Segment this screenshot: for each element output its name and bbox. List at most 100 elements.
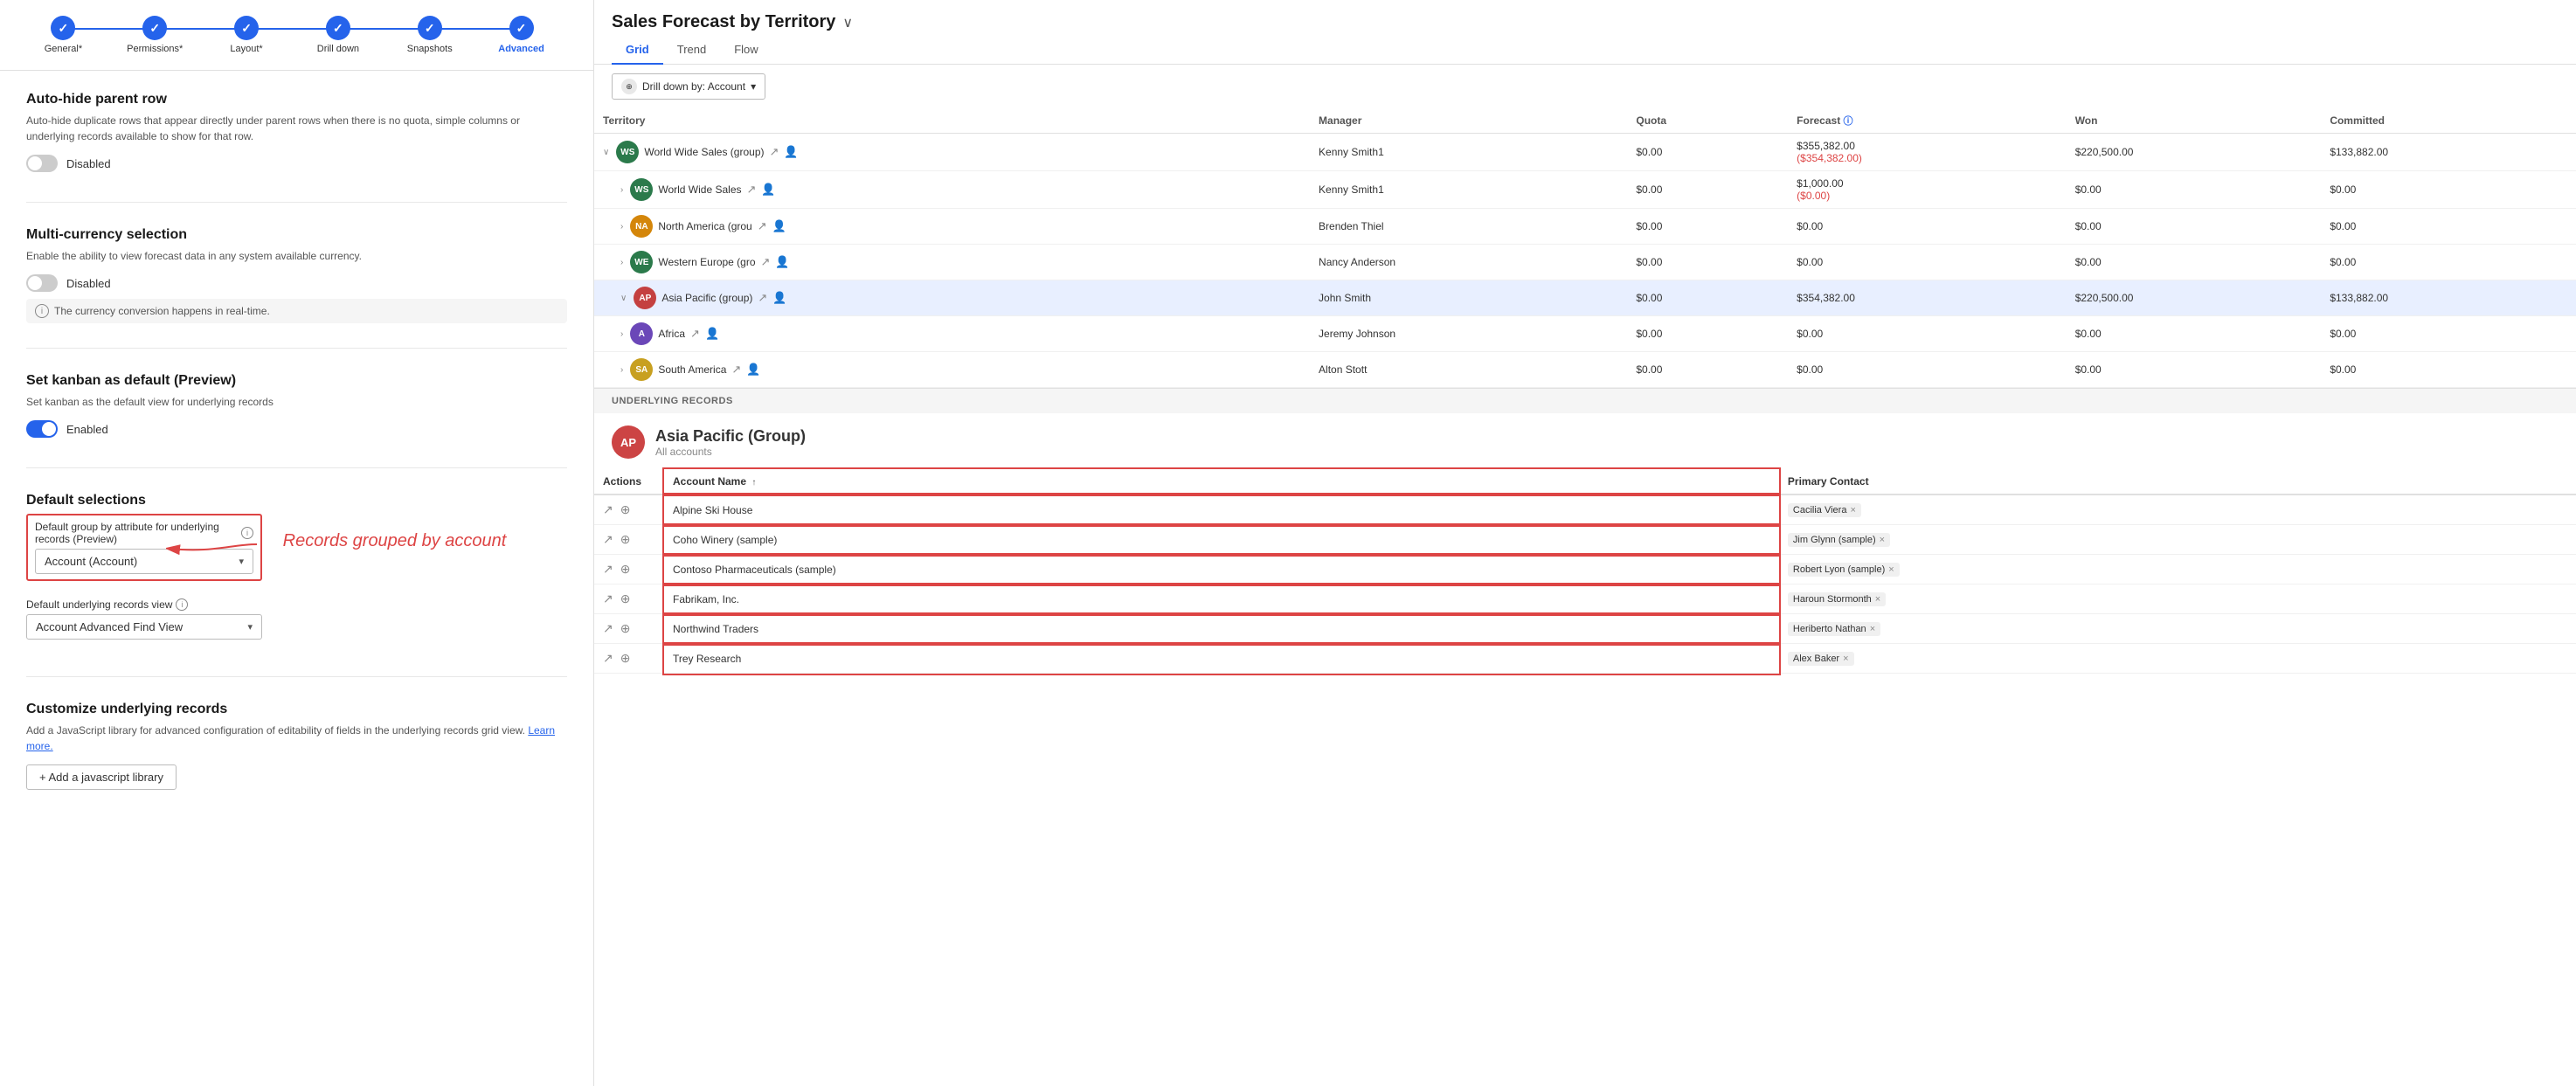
kanban-toggle[interactable] [26,420,58,438]
step-advanced[interactable]: ✓ Advanced [475,16,567,54]
more-icon-0[interactable]: ⊕ [620,502,631,517]
share-icon-6[interactable]: ↗ [731,363,741,377]
person-icon-2[interactable]: 👤 [772,219,786,233]
kanban-section: Set kanban as default (Preview) Set kanb… [26,373,567,468]
step-general[interactable]: ✓ General* [17,16,109,54]
committed-cell-5: $0.00 [2321,316,2576,352]
committed-cell-6: $0.00 [2321,352,2576,388]
edit-icon-4[interactable]: ↗ [603,621,613,636]
kanban-toggle-row: Enabled [26,420,567,438]
manager-cell-3: Nancy Anderson [1310,245,1627,280]
more-icon-4[interactable]: ⊕ [620,621,631,636]
expand-icon-2[interactable]: › [620,222,623,232]
view-select[interactable]: Account Advanced Find View ▾ [26,614,262,640]
contact-remove-5[interactable]: × [1843,654,1848,664]
right-panel: Sales Forecast by Territory ∨ Grid Trend… [594,0,2576,1086]
won-cell-3: $0.00 [2067,245,2322,280]
underlying-account-1: Coho Winery (sample) [664,525,1779,555]
territory-name-2: North America (grou [658,220,751,232]
row-icons-0: ↗ 👤 [770,145,799,159]
step-general-label: General* [45,44,82,54]
underlying-title-row: AP Asia Pacific (Group) All accounts [594,413,2576,462]
underlying-row: ↗ ⊕ Contoso Pharmaceuticals (sample) Rob… [594,555,2576,585]
contact-remove-1[interactable]: × [1880,535,1885,545]
forecast-row: › WE Western Europe (gro ↗ 👤 Nancy Ander… [594,245,2576,280]
more-icon-3[interactable]: ⊕ [620,591,631,606]
expand-icon-1[interactable]: › [620,185,623,195]
contact-remove-0[interactable]: × [1850,505,1855,515]
expand-icon-3[interactable]: › [620,258,623,267]
share-icon-1[interactable]: ↗ [747,183,757,197]
contact-remove-4[interactable]: × [1870,624,1875,634]
share-icon-0[interactable]: ↗ [770,145,779,159]
contact-tag-5: Alex Baker × [1788,652,1854,666]
contact-tag-2: Robert Lyon (sample) × [1788,563,1900,577]
contact-tag-3: Haroun Stormonth × [1788,592,1886,606]
territory-cell-6: › SA South America ↗ 👤 [594,352,1310,388]
add-javascript-button[interactable]: + Add a javascript library [26,764,177,790]
more-icon-5[interactable]: ⊕ [620,651,631,666]
view-field-container: Default underlying records view i Accoun… [26,598,567,640]
step-snapshots-circle: ✓ [418,16,442,40]
edit-icon-1[interactable]: ↗ [603,532,613,547]
edit-icon-0[interactable]: ↗ [603,502,613,517]
underlying-contact-1: Jim Glynn (sample) × [1779,525,2576,555]
expand-icon-4[interactable]: ∨ [620,294,627,303]
step-layout[interactable]: ✓ Layout* [201,16,293,54]
share-icon-3[interactable]: ↗ [761,255,771,269]
step-permissions[interactable]: ✓ Permissions* [109,16,201,54]
col-won: Won [2067,108,2322,134]
forecast-row: › SA South America ↗ 👤 Alton Stott $0.00… [594,352,2576,388]
step-drilldown[interactable]: ✓ Drill down [292,16,384,54]
quota-cell-5: $0.00 [1627,316,1788,352]
multicurrency-desc: Enable the ability to view forecast data… [26,248,567,264]
underlying-account-4: Northwind Traders [664,614,1779,644]
person-icon-3[interactable]: 👤 [775,255,789,269]
person-icon-4[interactable]: 👤 [772,291,786,305]
tab-trend[interactable]: Trend [663,36,720,65]
underlying-contact-0: Cacilia Viera × [1779,495,2576,525]
autohide-toggle[interactable] [26,155,58,172]
quota-cell-0: $0.00 [1627,134,1788,171]
drill-down-button[interactable]: ⊕ Drill down by: Account ▾ [612,73,765,100]
contact-remove-3[interactable]: × [1875,594,1880,605]
expand-icon-6[interactable]: › [620,365,623,375]
forecast-cell-4: $354,382.00 [1788,280,2067,316]
more-icon-2[interactable]: ⊕ [620,562,631,577]
step-advanced-circle: ✓ [509,16,534,40]
row-icons-3: ↗ 👤 [761,255,790,269]
share-icon-2[interactable]: ↗ [758,219,767,233]
step-snapshots-label: Snapshots [407,44,453,54]
tab-grid[interactable]: Grid [612,36,663,65]
underlying-col-account[interactable]: Account Name ↑ [664,469,1779,495]
person-icon-0[interactable]: 👤 [784,145,798,159]
tab-flow[interactable]: Flow [720,36,772,65]
person-icon-1[interactable]: 👤 [761,183,775,197]
multicurrency-toggle-label: Disabled [66,277,111,290]
avatar-3: WE [630,251,653,273]
expand-icon-5[interactable]: › [620,329,623,339]
more-icon-1[interactable]: ⊕ [620,532,631,547]
step-layout-circle: ✓ [234,16,259,40]
underlying-contact-2: Robert Lyon (sample) × [1779,555,2576,585]
edit-icon-3[interactable]: ↗ [603,591,613,606]
edit-icon-2[interactable]: ↗ [603,562,613,577]
drill-label: Drill down by: Account [642,80,745,93]
person-icon-5[interactable]: 👤 [705,327,719,341]
forecast-dropdown-icon[interactable]: ∨ [842,14,853,31]
underlying-row: ↗ ⊕ Alpine Ski House Cacilia Viera × [594,495,2576,525]
forecast-title: Sales Forecast by Territory [612,12,835,32]
multicurrency-toggle[interactable] [26,274,58,292]
forecast-sub-0: ($354,382.00) [1797,152,2058,164]
share-icon-5[interactable]: ↗ [690,327,700,341]
forecast-cell-2: $0.00 [1788,209,2067,245]
contact-remove-2[interactable]: × [1888,564,1894,575]
person-icon-6[interactable]: 👤 [746,363,760,377]
edit-icon-5[interactable]: ↗ [603,651,613,666]
share-icon-4[interactable]: ↗ [758,291,767,305]
step-snapshots[interactable]: ✓ Snapshots [384,16,475,54]
currency-info-box: i The currency conversion happens in rea… [26,299,567,323]
territory-cell-5: › A Africa ↗ 👤 [594,316,1310,352]
collapse-icon-0[interactable]: ∨ [603,148,609,157]
underlying-col-actions: Actions [594,469,664,495]
